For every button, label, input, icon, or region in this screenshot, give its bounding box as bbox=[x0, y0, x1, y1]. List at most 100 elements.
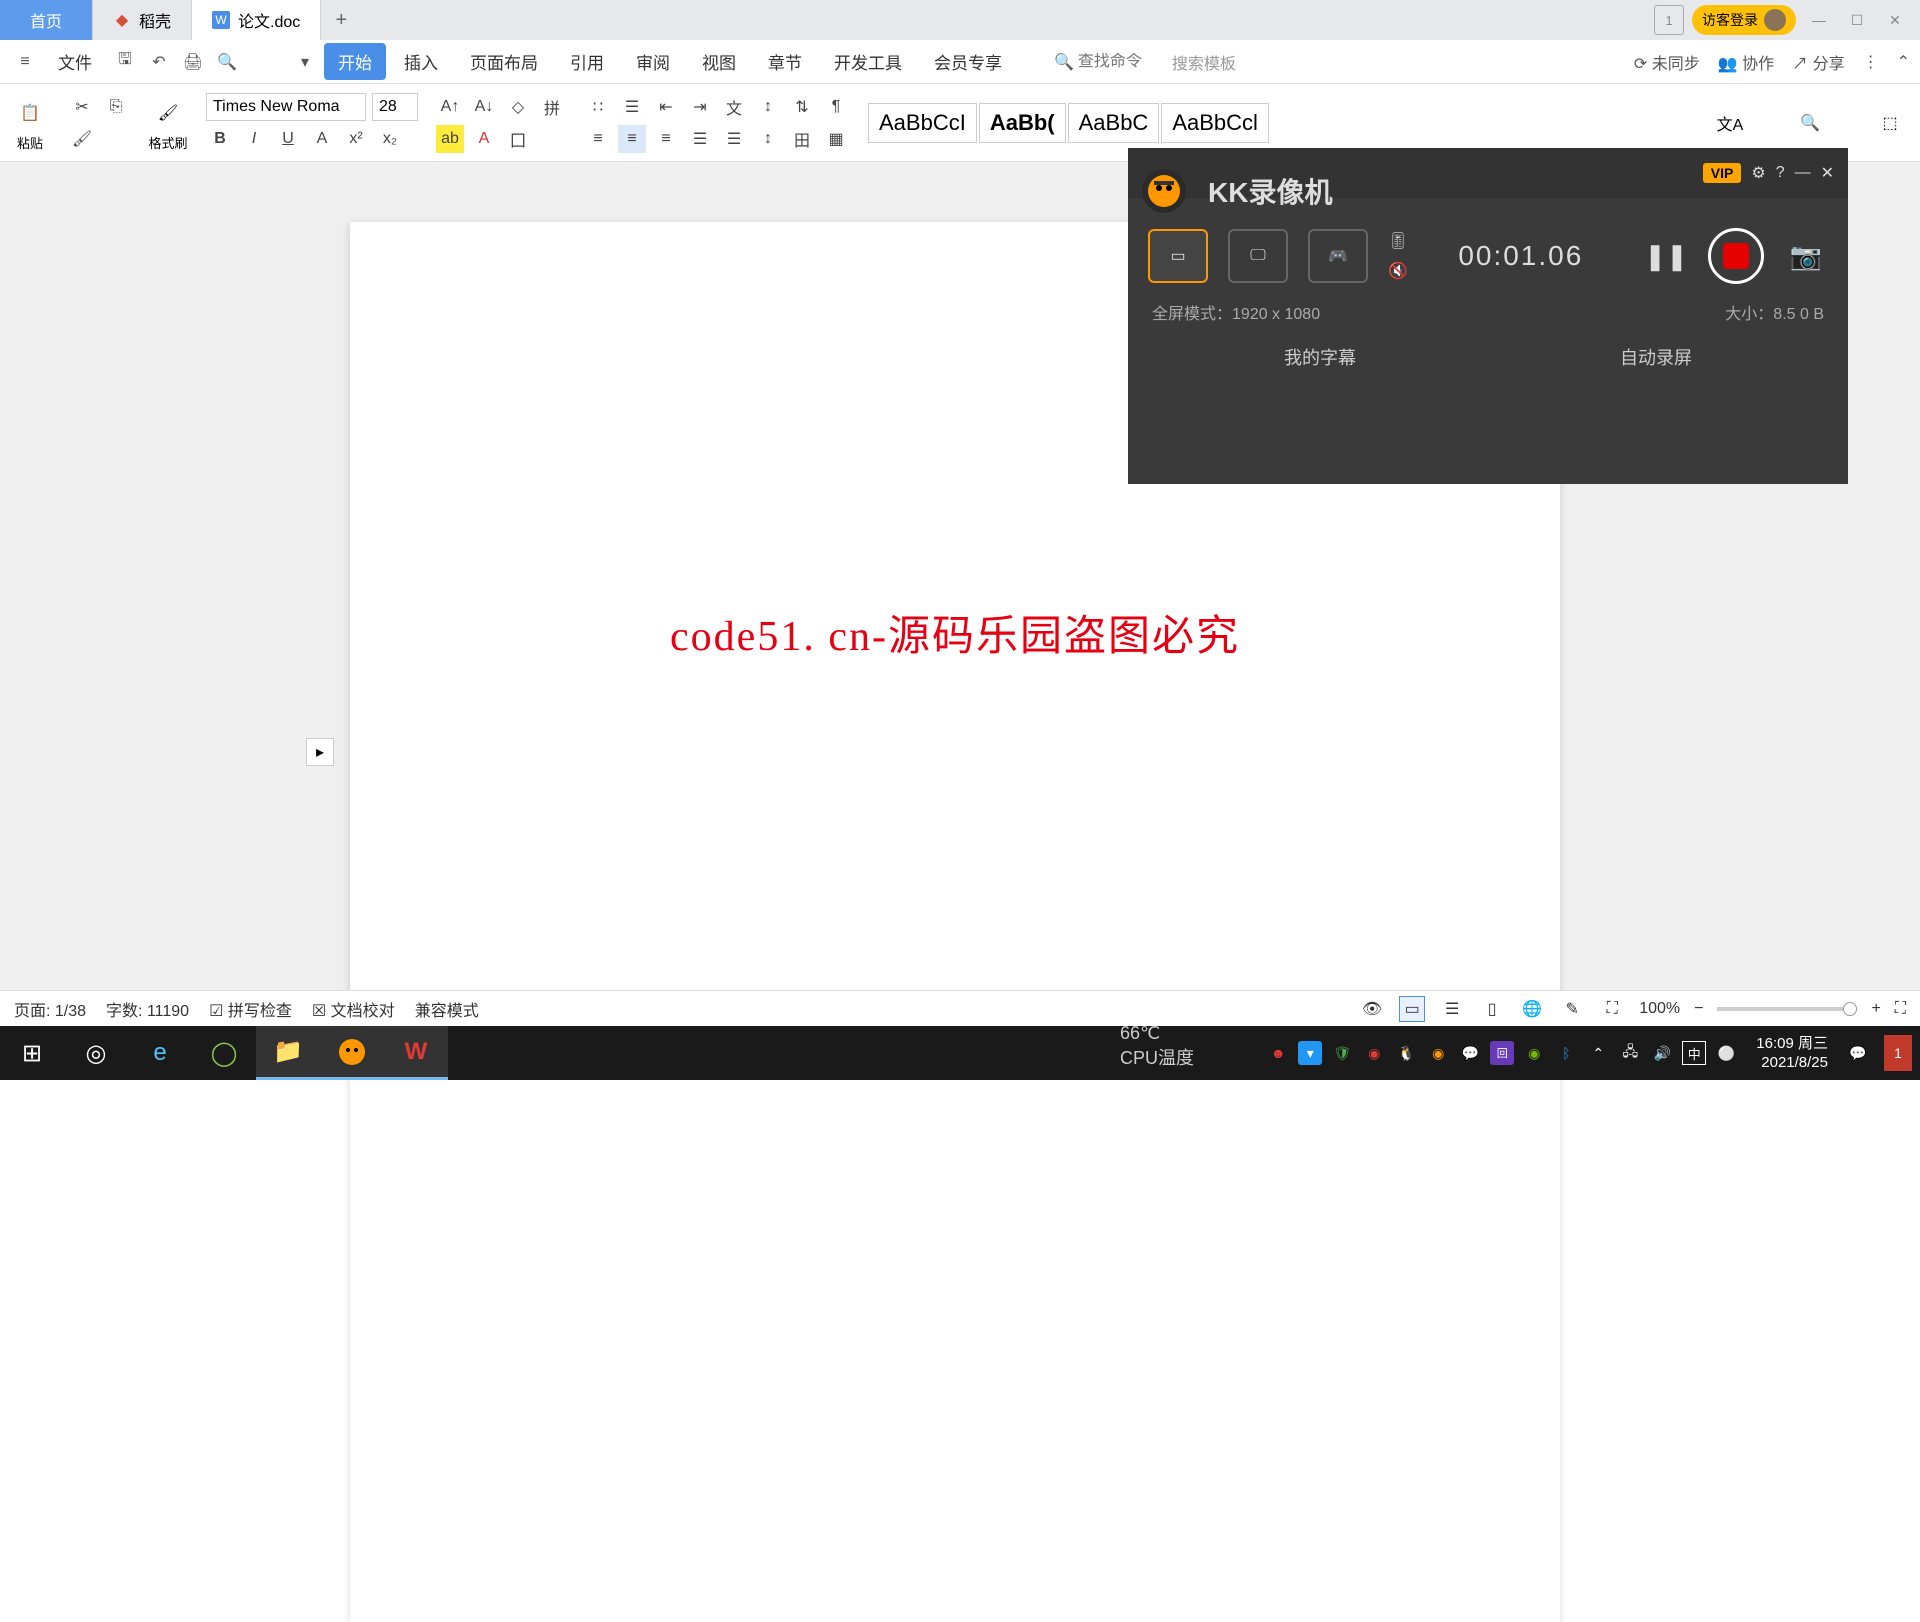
format-painter-icon[interactable]: 🖌 bbox=[68, 125, 96, 153]
recorder-subtitle-button[interactable]: 我的字幕 bbox=[1284, 344, 1356, 370]
font-name-input[interactable] bbox=[206, 93, 366, 121]
char-border-icon[interactable]: 囗 bbox=[504, 125, 532, 153]
print-icon[interactable]: 🖨 bbox=[178, 47, 208, 77]
format-painter-big-icon[interactable]: 🖌 bbox=[148, 93, 188, 133]
align-distribute-icon[interactable]: ☰ bbox=[720, 125, 748, 153]
taskbar-clock[interactable]: 16:09 周三2021/8/25 bbox=[1746, 1034, 1838, 1073]
recorder-titlebar[interactable]: KK录像机 VIP ⚙ ? — ✕ bbox=[1128, 148, 1848, 198]
recorder-audio-icon[interactable]: 🎚 bbox=[1388, 231, 1408, 251]
align-left-icon[interactable]: ≡ bbox=[584, 125, 612, 153]
zoom-in-button[interactable]: + bbox=[1871, 1000, 1880, 1018]
recorder-hotkey-button[interactable]: 自动录屏 bbox=[1620, 344, 1692, 370]
bullet-list-icon[interactable]: ∷ bbox=[584, 93, 612, 121]
zoom-slider[interactable] bbox=[1717, 1007, 1857, 1011]
word-count[interactable]: 字数: 11190 bbox=[106, 997, 189, 1021]
style-heading2[interactable]: AaBbC bbox=[1068, 103, 1160, 143]
taskbar-browser[interactable]: ◯ bbox=[192, 1026, 256, 1080]
tray-icon-nvidia[interactable]: ◉ bbox=[1522, 1041, 1546, 1065]
share-button[interactable]: ↗ 分享 bbox=[1792, 50, 1844, 74]
taskbar-recorder[interactable] bbox=[320, 1026, 384, 1080]
shading-icon[interactable]: ▦ bbox=[822, 125, 850, 153]
show-marks-icon[interactable]: ¶ bbox=[822, 93, 850, 121]
superscript-button[interactable]: x² bbox=[342, 125, 370, 153]
window-badge[interactable]: 1 bbox=[1654, 5, 1684, 35]
cut-icon[interactable]: ✂ bbox=[68, 93, 96, 121]
marker-icon[interactable]: ✎ bbox=[1559, 996, 1585, 1022]
spellcheck-toggle[interactable]: ☑ 拼写检查 bbox=[209, 997, 292, 1021]
maximize-button[interactable]: ☐ bbox=[1842, 5, 1872, 35]
undo-icon[interactable]: ↶ bbox=[144, 47, 174, 77]
fit-width-icon[interactable]: ⛶ bbox=[1599, 996, 1625, 1022]
copy-icon[interactable]: ⎘ bbox=[102, 93, 130, 121]
recorder-close-icon[interactable]: ✕ bbox=[1821, 163, 1834, 183]
view-web-icon[interactable]: 🌐 bbox=[1519, 996, 1545, 1022]
tray-icon-1[interactable]: ☻ bbox=[1266, 1041, 1290, 1065]
recorder-screenshot-button[interactable]: 📷 bbox=[1784, 234, 1828, 278]
view-outline-icon[interactable]: ☰ bbox=[1439, 996, 1465, 1022]
find-replace-icon[interactable]: 🔍 bbox=[1790, 103, 1830, 143]
fullscreen-button[interactable]: ⛶ bbox=[1895, 1000, 1906, 1018]
subscript-button[interactable]: x₂ bbox=[376, 125, 404, 153]
font-color2-button[interactable]: A bbox=[470, 125, 498, 153]
search-command-input[interactable] bbox=[1078, 53, 1168, 71]
proofread-button[interactable]: ☒ 文档校对 bbox=[312, 997, 395, 1021]
highlight-button[interactable]: ab bbox=[436, 125, 464, 153]
screen-recorder-window[interactable]: KK录像机 VIP ⚙ ? — ✕ ▭ 🖵 🎮 🎚 🔇 00:01.06 ❚❚ … bbox=[1128, 148, 1848, 484]
align-right-icon[interactable]: ≡ bbox=[652, 125, 680, 153]
taskbar-explorer[interactable]: 📁 bbox=[256, 1026, 320, 1080]
collapse-ribbon-icon[interactable]: ⌃ bbox=[1897, 52, 1910, 72]
grow-font-icon[interactable]: A↑ bbox=[436, 93, 464, 121]
menu-view[interactable]: 视图 bbox=[688, 43, 750, 80]
menu-insert[interactable]: 插入 bbox=[390, 43, 452, 80]
tray-search-icon[interactable]: ⚪ bbox=[1714, 1041, 1738, 1065]
action-center-icon[interactable]: 💬 bbox=[1846, 1041, 1870, 1065]
tray-volume-icon[interactable]: 🔊 bbox=[1650, 1041, 1674, 1065]
start-button[interactable]: ⊞ bbox=[0, 1026, 64, 1080]
number-list-icon[interactable]: ☰ bbox=[618, 93, 646, 121]
compat-mode[interactable]: 兼容模式 bbox=[415, 997, 479, 1021]
notification-badge[interactable]: 1 bbox=[1884, 1035, 1912, 1071]
paste-icon[interactable]: 📋 bbox=[10, 93, 50, 133]
eye-care-icon[interactable]: 👁 bbox=[1359, 996, 1385, 1022]
tab-home[interactable]: 首页 bbox=[0, 0, 93, 40]
recorder-settings-icon[interactable]: ⚙ bbox=[1751, 163, 1765, 183]
tab-add-button[interactable]: + bbox=[321, 9, 361, 32]
collab-button[interactable]: 👥 协作 bbox=[1718, 50, 1774, 74]
line-spacing-icon[interactable]: ↕ bbox=[754, 93, 782, 121]
menu-review[interactable]: 审阅 bbox=[622, 43, 684, 80]
menu-member[interactable]: 会员专享 bbox=[920, 43, 1016, 80]
indent-decrease-icon[interactable]: ⇤ bbox=[652, 93, 680, 121]
tray-icon-2[interactable]: ▾ bbox=[1298, 1041, 1322, 1065]
tray-up-icon[interactable]: ⌃ bbox=[1586, 1041, 1610, 1065]
taskbar-wps[interactable]: W bbox=[384, 1026, 448, 1080]
print-preview-icon[interactable]: 🔍 bbox=[212, 47, 242, 77]
indent-increase-icon[interactable]: ⇥ bbox=[686, 93, 714, 121]
recorder-minimize-icon[interactable]: — bbox=[1795, 164, 1811, 182]
taskbar-ie[interactable]: e bbox=[128, 1026, 192, 1080]
dropdown-icon[interactable]: ▾ bbox=[290, 47, 320, 77]
recorder-mic-icon[interactable]: 🔇 bbox=[1388, 261, 1408, 281]
paragraph-spacing-icon[interactable]: ↕ bbox=[754, 125, 782, 153]
tray-icon-8[interactable]: 回 bbox=[1490, 1041, 1514, 1065]
save-icon[interactable]: 🖫 bbox=[110, 47, 140, 77]
phonetic-icon[interactable]: 拼 bbox=[538, 93, 566, 121]
select-icon[interactable]: ⬚ bbox=[1870, 103, 1910, 143]
tray-icon-4[interactable]: ◉ bbox=[1362, 1041, 1386, 1065]
tray-bluetooth-icon[interactable]: ᛒ bbox=[1554, 1041, 1578, 1065]
style-heading3[interactable]: AaBbCcl bbox=[1161, 103, 1269, 143]
align-justify-icon[interactable]: ☰ bbox=[686, 125, 714, 153]
recorder-mode-fullscreen[interactable]: 🖵 bbox=[1228, 229, 1288, 283]
page-indicator[interactable]: 页面: 1/38 bbox=[14, 997, 86, 1021]
italic-button[interactable]: I bbox=[240, 125, 268, 153]
border-icon[interactable]: 田 bbox=[788, 125, 816, 153]
menu-start[interactable]: 开始 bbox=[324, 43, 386, 80]
shrink-font-icon[interactable]: A↓ bbox=[470, 93, 498, 121]
menu-chapter[interactable]: 章节 bbox=[754, 43, 816, 80]
underline-button[interactable]: U bbox=[274, 125, 302, 153]
text-direction-icon[interactable]: 文 bbox=[720, 93, 748, 121]
recorder-stop-button[interactable] bbox=[1708, 228, 1764, 284]
recorder-help-icon[interactable]: ? bbox=[1776, 164, 1785, 182]
menu-page-layout[interactable]: 页面布局 bbox=[456, 43, 552, 80]
tab-document[interactable]: W 论文.doc bbox=[192, 0, 321, 40]
tray-icon-6[interactable]: ◉ bbox=[1426, 1041, 1450, 1065]
